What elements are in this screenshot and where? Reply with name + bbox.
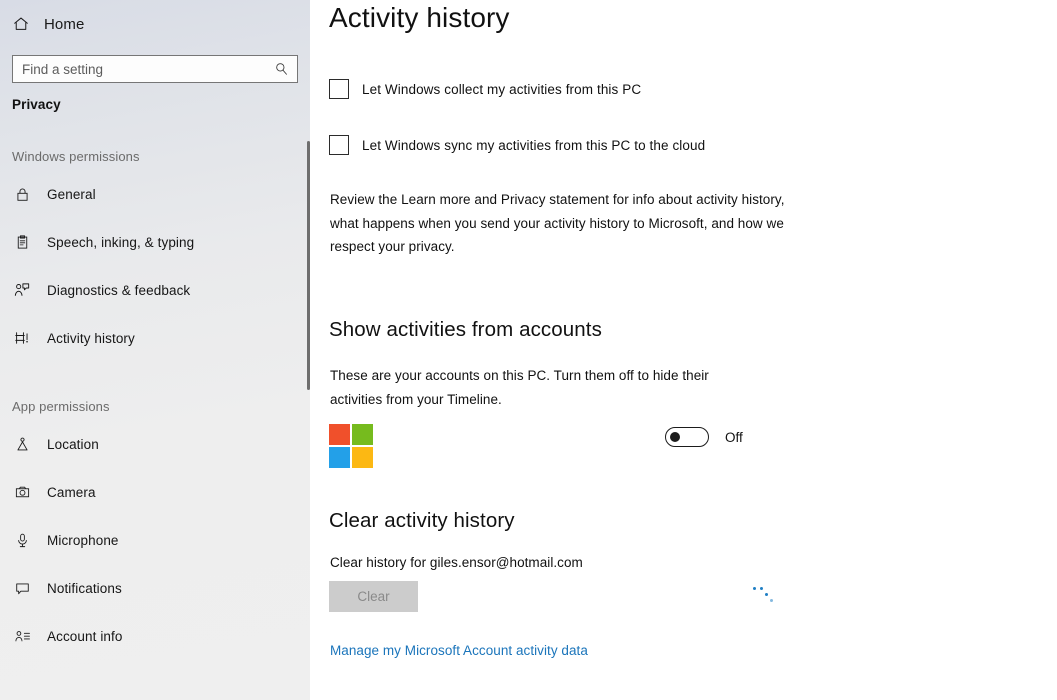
account-info-icon [13, 627, 31, 645]
clear-button[interactable]: Clear [329, 581, 418, 612]
checkbox-label: Let Windows sync my activities from this… [362, 137, 706, 153]
settings-main-panel: Activity history Let Windows collect my … [310, 0, 1057, 700]
sidebar-category-title: Privacy [12, 97, 61, 112]
sidebar-item-label: General [47, 186, 96, 202]
search-container [0, 55, 310, 83]
checkbox-row-sync-activities[interactable]: Let Windows sync my activities from this… [329, 135, 705, 155]
sidebar-item-notifications[interactable]: Notifications [0, 564, 310, 612]
clipboard-icon [13, 233, 31, 251]
sidebar-item-label: Location [47, 436, 99, 452]
section-heading-show-activities: Show activities from accounts [329, 318, 602, 341]
activity-history-description: Review the Learn more and Privacy statem… [330, 192, 785, 254]
location-pin-icon [13, 435, 31, 453]
sidebar-item-label: Activity history [47, 330, 135, 346]
accounts-section-description: These are your accounts on this PC. Turn… [330, 368, 709, 407]
checkbox-collect-activities[interactable] [329, 79, 349, 99]
sidebar-item-label: Speech, inking, & typing [47, 234, 195, 250]
sidebar-item-general[interactable]: General [0, 170, 310, 218]
sidebar-home-label: Home [44, 15, 85, 33]
settings-window: Home Privacy Windows permissions General… [0, 0, 1057, 700]
manage-account-activity-link[interactable]: Manage my Microsoft Account activity dat… [330, 643, 588, 658]
toggle-knob [670, 432, 680, 442]
camera-icon [13, 483, 31, 501]
sidebar-item-activity-history[interactable]: Activity history [0, 314, 310, 362]
search-box[interactable] [12, 55, 298, 83]
microsoft-logo-icon [329, 424, 373, 468]
sidebar-item-label: Diagnostics & feedback [47, 282, 191, 298]
activity-history-icon [13, 329, 31, 347]
person-feedback-icon [13, 281, 31, 299]
sidebar-item-home[interactable]: Home [0, 2, 310, 46]
microphone-icon [13, 531, 31, 549]
loading-dots-icon [750, 583, 780, 605]
sidebar-item-speech-inking-typing[interactable]: Speech, inking, & typing [0, 218, 310, 266]
settings-sidebar: Home Privacy Windows permissions General… [0, 0, 310, 700]
sidebar-item-microphone[interactable]: Microphone [0, 516, 310, 564]
sidebar-item-diagnostics-feedback[interactable]: Diagnostics & feedback [0, 266, 310, 314]
notification-icon [13, 579, 31, 597]
page-title: Activity history [329, 2, 510, 33]
show-activities-toggle[interactable] [665, 427, 709, 447]
sidebar-item-label: Account info [47, 628, 123, 644]
sidebar-group-heading-windows-permissions: Windows permissions [12, 149, 140, 164]
checkbox-row-collect-activities[interactable]: Let Windows collect my activities from t… [329, 79, 641, 99]
clipped-scroll-text [332, 36, 752, 52]
sidebar-item-label: Camera [47, 484, 96, 500]
lock-icon [13, 185, 31, 203]
checkbox-label: Let Windows collect my activities from t… [362, 81, 642, 97]
checkbox-sync-activities[interactable] [329, 135, 349, 155]
sidebar-item-label: Microphone [47, 532, 119, 548]
search-icon[interactable] [274, 62, 289, 77]
sidebar-item-label: Notifications [47, 580, 122, 596]
home-icon [12, 15, 30, 33]
sidebar-group-heading-app-permissions: App permissions [12, 399, 110, 414]
search-input[interactable] [13, 56, 297, 82]
sidebar-item-account-info[interactable]: Account info [0, 612, 310, 660]
sidebar-item-location[interactable]: Location [0, 420, 310, 468]
sidebar-item-camera[interactable]: Camera [0, 468, 310, 516]
section-heading-clear-activity-history: Clear activity history [329, 509, 515, 532]
account-toggle-container: Off [665, 427, 743, 447]
clear-history-account-line: Clear history for giles.ensor@hotmail.co… [330, 555, 583, 570]
toggle-state-label: Off [725, 429, 743, 445]
